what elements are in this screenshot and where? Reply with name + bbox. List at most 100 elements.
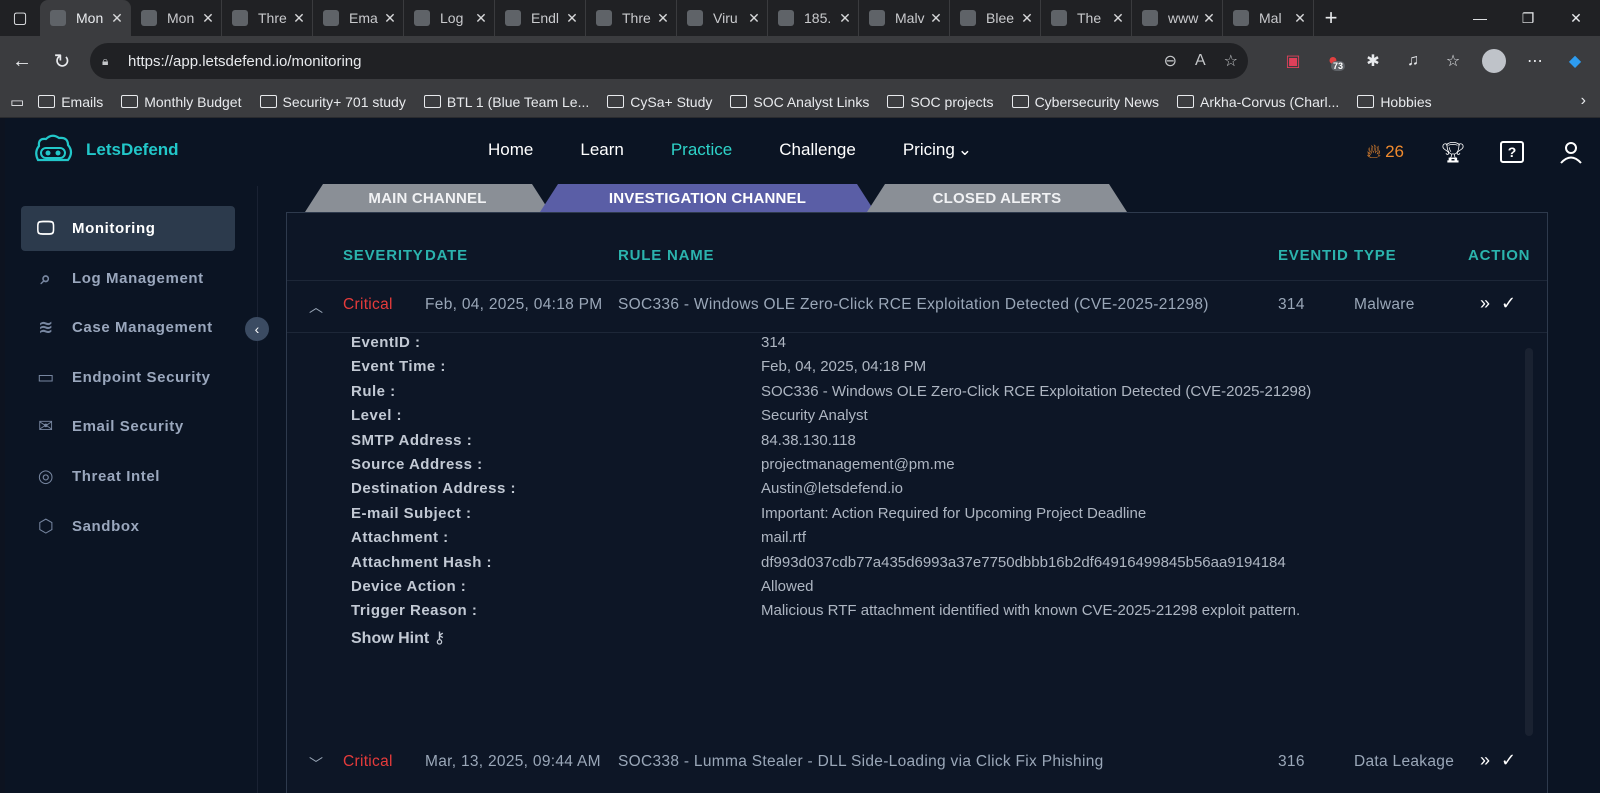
- favorites-icon[interactable]: ☆: [1442, 50, 1464, 72]
- browser-tab[interactable]: Endl ✕: [495, 0, 586, 36]
- tab-close-icon[interactable]: ✕: [1202, 10, 1216, 27]
- bookmark-item[interactable]: Security+ 701 study: [259, 94, 406, 110]
- browser-tab[interactable]: Ema ✕: [313, 0, 404, 36]
- bookmark-item[interactable]: SOC projects: [887, 94, 994, 110]
- url-bar[interactable]: 🔒︎ https://app.letsdefend.io/monitoring …: [90, 43, 1248, 79]
- bookmark-item[interactable]: Hobbies: [1357, 94, 1432, 110]
- browser-tab[interactable]: Mon ✕: [131, 0, 222, 36]
- check-icon[interactable]: ✓: [1501, 750, 1516, 771]
- ublock-extension-icon[interactable]: ●73: [1322, 50, 1346, 72]
- minimize-icon[interactable]: —: [1456, 0, 1504, 36]
- browser-tab[interactable]: Thre ✕: [222, 0, 313, 36]
- bookmark-item[interactable]: SOC Analyst Links: [730, 94, 869, 110]
- browser-tab[interactable]: Blee ✕: [950, 0, 1041, 36]
- rule-cell[interactable]: SOC336 - Windows OLE Zero-Click RCE Expl…: [618, 296, 1209, 314]
- header-type[interactable]: TYPE: [1354, 247, 1396, 264]
- reload-button[interactable]: ↻: [42, 41, 82, 81]
- browser-tab[interactable]: The ✕: [1041, 0, 1132, 36]
- media-icon[interactable]: ♫: [1402, 50, 1424, 72]
- bookmark-item[interactable]: Emails: [38, 94, 103, 110]
- nav-challenge[interactable]: Challenge: [779, 140, 856, 160]
- read-aloud-icon[interactable]: A: [1195, 52, 1206, 70]
- scrollbar[interactable]: [1525, 348, 1533, 736]
- sidebar-item-threat-intel[interactable]: ◎ Threat Intel: [21, 454, 235, 499]
- browser-tab[interactable]: Viru ✕: [677, 0, 768, 36]
- collapse-sidebar-button[interactable]: ‹: [245, 317, 269, 341]
- bookmark-item[interactable]: Cybersecurity News: [1011, 94, 1159, 110]
- bookmark-item[interactable]: BTL 1 (Blue Team Le...: [423, 94, 589, 110]
- favorite-star-icon[interactable]: ☆: [1224, 51, 1238, 71]
- bookmark-item[interactable]: CySa+ Study: [607, 94, 712, 110]
- browser-tab[interactable]: Log ✕: [404, 0, 495, 36]
- tab-close-icon[interactable]: ✕: [565, 10, 579, 27]
- rule-cell[interactable]: SOC338 - Lumma Stealer - DLL Side-Loadin…: [618, 753, 1104, 771]
- tab-close-icon[interactable]: ✕: [656, 10, 670, 27]
- chevron-right-icon[interactable]: ›: [1581, 92, 1586, 110]
- pocket-extension-icon[interactable]: ▣: [1282, 50, 1304, 72]
- table-row[interactable]: ︿ Critical Feb, 04, 2025, 04:18 PM SOC33…: [287, 281, 1547, 333]
- tab-investigation-channel[interactable]: INVESTIGATION CHANNEL: [540, 184, 875, 212]
- tab-closed-alerts[interactable]: CLOSED ALERTS: [867, 184, 1127, 212]
- tab-close-icon[interactable]: ✕: [201, 10, 215, 27]
- browser-tab[interactable]: Malv ✕: [859, 0, 950, 36]
- header-eventid[interactable]: EVENTID: [1278, 247, 1349, 264]
- browser-tab[interactable]: Mon ✕: [40, 0, 131, 36]
- tab-close-icon[interactable]: ✕: [474, 10, 488, 27]
- show-hint-button[interactable]: Show Hint ⚷: [351, 628, 445, 648]
- tab-close-icon[interactable]: ✕: [110, 10, 124, 27]
- bookmark-item[interactable]: Arkha-Corvus (Charl...: [1177, 94, 1339, 110]
- new-tab-button[interactable]: +: [1314, 5, 1348, 31]
- bookmark-item[interactable]: Monthly Budget: [121, 94, 242, 110]
- copilot-icon[interactable]: ◆: [1564, 50, 1586, 72]
- profile-avatar-icon[interactable]: [1482, 49, 1506, 73]
- tab-close-icon[interactable]: ✕: [838, 10, 852, 27]
- tab-close-icon[interactable]: ✕: [929, 10, 943, 27]
- address-bar-row: ← ↻ 🔒︎ https://app.letsdefend.io/monitor…: [0, 36, 1600, 86]
- header-rule-name[interactable]: RULE NAME: [618, 247, 714, 264]
- tab-actions-icon[interactable]: ▢: [0, 0, 40, 36]
- nav-learn[interactable]: Learn: [580, 140, 623, 160]
- tab-close-icon[interactable]: ✕: [1111, 10, 1125, 27]
- tab-close-icon[interactable]: ✕: [1020, 10, 1034, 27]
- streak-counter[interactable]: 🔥︎ 26: [1366, 141, 1404, 164]
- back-button[interactable]: ←: [2, 41, 42, 81]
- chevron-up-icon[interactable]: ︿: [309, 297, 323, 317]
- forward-icon[interactable]: »: [1480, 750, 1490, 771]
- sidebar-item-email-security[interactable]: ✉︎ Email Security: [21, 404, 235, 449]
- nav-pricing[interactable]: Pricing: [903, 140, 955, 160]
- extensions-icon[interactable]: ✱: [1362, 50, 1384, 72]
- check-icon[interactable]: ✓: [1501, 293, 1516, 314]
- browser-tab[interactable]: Mal ✕: [1223, 0, 1314, 36]
- sidebar-item-monitoring[interactable]: 🖵︎ Monitoring: [21, 206, 235, 251]
- chevron-down-icon[interactable]: ⌄: [958, 140, 972, 160]
- tab-main-channel[interactable]: MAIN CHANNEL: [305, 184, 550, 212]
- sidebar-item-endpoint-security[interactable]: ▭ Endpoint Security: [21, 355, 235, 400]
- table-row[interactable]: ﹀ Critical Mar, 13, 2025, 09:44 AM SOC33…: [287, 738, 1547, 790]
- help-icon[interactable]: ?: [1500, 141, 1524, 163]
- close-window-icon[interactable]: ✕: [1552, 0, 1600, 36]
- tab-close-icon[interactable]: ✕: [1293, 10, 1307, 27]
- header-action[interactable]: ACTION: [1468, 247, 1530, 264]
- sidebar-item-case-management[interactable]: ≋ Case Management: [21, 305, 235, 350]
- user-profile-icon[interactable]: [1558, 139, 1584, 165]
- sidebar-item-sandbox[interactable]: ⬡ Sandbox: [21, 504, 235, 549]
- brand-logo[interactable]: LetsDefend: [30, 132, 179, 168]
- header-severity[interactable]: SEVERITY: [343, 247, 424, 264]
- forward-icon[interactable]: »: [1480, 293, 1490, 314]
- more-menu-icon[interactable]: ⋯: [1524, 50, 1546, 72]
- browser-tab[interactable]: Thre ✕: [586, 0, 677, 36]
- nav-home[interactable]: Home: [488, 140, 533, 160]
- browser-tab[interactable]: 185. ✕: [768, 0, 859, 36]
- nav-practice[interactable]: Practice: [671, 140, 732, 160]
- tab-close-icon[interactable]: ✕: [292, 10, 306, 27]
- restore-icon[interactable]: ❐: [1504, 0, 1552, 36]
- zoom-icon[interactable]: ⊖: [1164, 51, 1177, 71]
- browser-tab[interactable]: www ✕: [1132, 0, 1223, 36]
- trophy-icon[interactable]: 🏆︎: [1440, 139, 1466, 165]
- chevron-down-icon[interactable]: ﹀: [309, 754, 323, 774]
- tab-close-icon[interactable]: ✕: [383, 10, 397, 27]
- header-date[interactable]: DATE: [425, 247, 468, 264]
- collections-icon[interactable]: ▭: [10, 93, 24, 111]
- tab-close-icon[interactable]: ✕: [747, 10, 761, 27]
- sidebar-item-log-management[interactable]: ⌕ Log Management: [21, 256, 235, 301]
